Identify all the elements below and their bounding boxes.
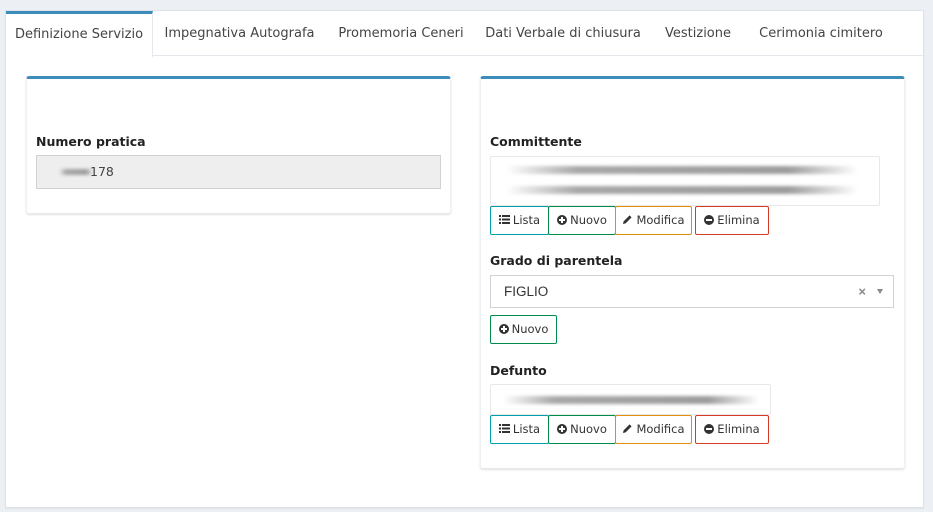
defunto-modifica-button[interactable]: Modifica [615, 415, 692, 444]
chevron-down-icon[interactable] [877, 289, 883, 294]
minus-circle-icon [704, 423, 715, 434]
tab-promemoria-ceneri[interactable]: Promemoria Ceneri [326, 11, 476, 56]
button-label: Elimina [717, 422, 760, 436]
clear-icon[interactable]: × [858, 276, 866, 307]
pratica-box: Numero pratica 178 [26, 76, 451, 214]
plus-circle-icon [557, 423, 568, 434]
minus-circle-icon [704, 214, 715, 225]
button-label: Modifica [636, 213, 685, 227]
committente-nuovo-button[interactable]: Nuovo [548, 206, 616, 235]
redacted-mask [503, 396, 759, 404]
numero-pratica-field[interactable]: 178 [36, 155, 441, 189]
grado-parentela-label: Grado di parentela [490, 253, 623, 268]
committente-elimina-button[interactable]: Elimina [695, 206, 769, 235]
redacted-mask [59, 169, 93, 175]
button-label: Modifica [636, 422, 685, 436]
committente-label: Committente [490, 134, 582, 149]
button-label: Nuovo [570, 422, 607, 436]
list-icon [498, 215, 510, 224]
main-panel: Definizione Servizio Impegnativa Autogra… [5, 10, 925, 508]
plus-circle-icon [557, 214, 568, 225]
redacted-mask [506, 166, 858, 174]
button-label: Elimina [717, 213, 760, 227]
button-label: Lista [512, 422, 541, 436]
pencil-icon [623, 215, 633, 224]
committente-modifica-button[interactable]: Modifica [615, 206, 692, 235]
tab-vestizione[interactable]: Vestizione [650, 11, 746, 56]
tab-impegnativa-autografa[interactable]: Impegnativa Autografa [153, 11, 326, 56]
defunto-nuovo-button[interactable]: Nuovo [548, 415, 616, 444]
committente-lista-button[interactable]: Lista [490, 206, 549, 235]
grado-parentela-value: FIGLIO [504, 284, 549, 299]
committente-field[interactable] [490, 156, 880, 206]
numero-pratica-label: Numero pratica [36, 134, 146, 149]
plus-circle-icon [498, 323, 509, 334]
grado-parentela-select[interactable]: FIGLIO × [490, 275, 894, 308]
redacted-mask [506, 186, 858, 194]
numero-pratica-value: 178 [90, 164, 114, 179]
defunto-label: Defunto [490, 363, 547, 378]
tab-bar: Definizione Servizio Impegnativa Autogra… [6, 11, 925, 57]
committente-box: Committente Lista Nuovo Modifica Elimina… [480, 76, 905, 469]
list-icon [498, 424, 510, 433]
defunto-elimina-button[interactable]: Elimina [695, 415, 769, 444]
tab-definizione-servizio[interactable]: Definizione Servizio [6, 11, 153, 57]
button-label: Nuovo [570, 213, 607, 227]
tab-dati-verbale-chiusura[interactable]: Dati Verbale di chiusura [476, 11, 650, 56]
tab-cerimonia-cimitero[interactable]: Cerimonia cimitero [746, 11, 896, 56]
pencil-icon [623, 424, 633, 433]
button-label: Nuovo [511, 322, 549, 336]
grado-nuovo-button[interactable]: Nuovo [490, 315, 557, 344]
defunto-lista-button[interactable]: Lista [490, 415, 549, 444]
defunto-field[interactable] [490, 384, 771, 415]
button-label: Lista [512, 213, 541, 227]
